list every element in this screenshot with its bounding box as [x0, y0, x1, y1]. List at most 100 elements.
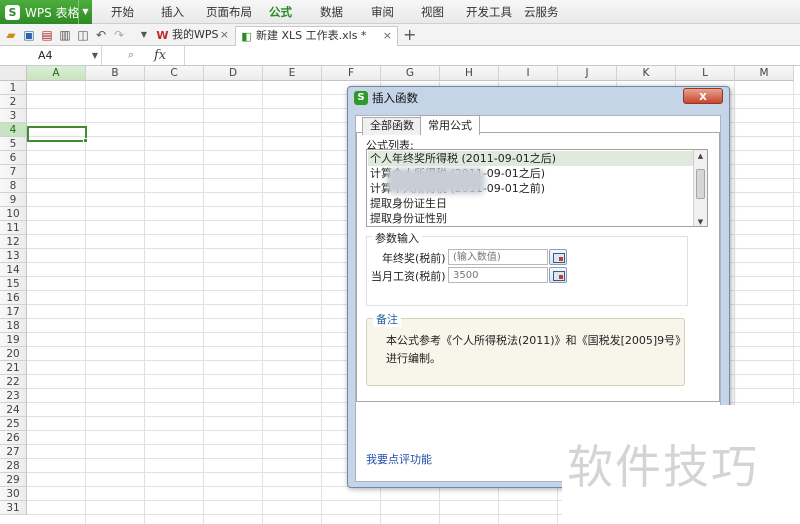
row-header-11[interactable]: 11 — [0, 221, 27, 235]
column-header-d[interactable]: D — [204, 66, 263, 81]
row-header-24[interactable]: 24 — [0, 403, 27, 417]
wps-app-button[interactable]: S WPS 表格 ▼ — [0, 0, 92, 24]
tab-document[interactable]: ◧ 新建 XLS 工作表.xls * × — [235, 26, 398, 46]
row-header-29[interactable]: 29 — [0, 473, 27, 487]
column-header-m[interactable]: M — [735, 66, 794, 81]
row-header-18[interactable]: 18 — [0, 319, 27, 333]
scroll-up-icon[interactable]: ▲ — [694, 150, 707, 162]
row-header-13[interactable]: 13 — [0, 249, 27, 263]
row-header-27[interactable]: 27 — [0, 445, 27, 459]
bonus-input[interactable] — [448, 249, 548, 265]
row-header-8[interactable]: 8 — [0, 179, 27, 193]
row-header-6[interactable]: 6 — [0, 151, 27, 165]
column-header-f[interactable]: F — [322, 66, 381, 81]
row-header-20[interactable]: 20 — [0, 347, 27, 361]
menu-page-layout[interactable]: 页面布局 — [206, 0, 252, 24]
export-pdf-icon[interactable]: ▤ — [40, 28, 54, 42]
column-header-b[interactable]: B — [86, 66, 145, 81]
row-header-9[interactable]: 9 — [0, 193, 27, 207]
menu-insert[interactable]: 插入 — [161, 0, 184, 24]
formula-list[interactable]: 个人年终奖所得税 (2011-09-01之后) 计算个人所得税 (2011-09… — [366, 149, 708, 227]
tab-all-functions[interactable]: 全部函数 — [362, 117, 422, 135]
tab-common-formulas[interactable]: 常用公式 — [420, 115, 480, 135]
note-title: 备注 — [373, 311, 401, 327]
redo-icon[interactable]: ↷ — [112, 28, 126, 42]
print-icon[interactable]: ▥ — [58, 28, 72, 42]
tab-document-label: 新建 XLS 工作表.xls * — [256, 29, 367, 42]
column-header-e[interactable]: E — [263, 66, 322, 81]
scroll-down-icon[interactable]: ▼ — [694, 216, 707, 226]
name-box[interactable]: A4 ▼ — [0, 46, 102, 65]
row-header-21[interactable]: 21 — [0, 361, 27, 375]
row-header-7[interactable]: 7 — [0, 165, 27, 179]
row-header-4[interactable]: 4 — [0, 123, 27, 137]
row-header-2[interactable]: 2 — [0, 95, 27, 109]
insert-function-icon[interactable]: fx — [154, 46, 166, 65]
spreadsheet-file-icon: ◧ — [241, 30, 252, 43]
close-icon[interactable]: × — [383, 27, 392, 45]
formula-bar: A4 ▼ ⌕ fx — [0, 46, 800, 66]
select-all-corner[interactable] — [0, 66, 27, 81]
row-header-14[interactable]: 14 — [0, 263, 27, 277]
zoom-icon[interactable]: ⌕ — [128, 48, 134, 62]
row-header-19[interactable]: 19 — [0, 333, 27, 347]
dialog-close-button[interactable]: x — [683, 88, 723, 104]
menu-review[interactable]: 审阅 — [371, 0, 394, 24]
row-header-1[interactable]: 1 — [0, 81, 27, 95]
scroll-thumb[interactable] — [696, 169, 705, 199]
column-header-i[interactable]: I — [499, 66, 558, 81]
list-item[interactable]: 个人年终奖所得税 (2011-09-01之后) — [368, 151, 693, 166]
row-header-12[interactable]: 12 — [0, 235, 27, 249]
column-header-g[interactable]: G — [381, 66, 440, 81]
column-header-k[interactable]: K — [617, 66, 676, 81]
tab-my-wps[interactable]: W 我的WPS × — [152, 26, 234, 46]
wps-logo-icon: S — [5, 4, 20, 20]
row-header-10[interactable]: 10 — [0, 207, 27, 221]
row-header-22[interactable]: 22 — [0, 375, 27, 389]
row-header-30[interactable]: 30 — [0, 487, 27, 501]
range-picker-button[interactable] — [549, 249, 567, 265]
row-header-15[interactable]: 15 — [0, 277, 27, 291]
menu-data[interactable]: 数据 — [320, 0, 343, 24]
list-scrollbar[interactable]: ▲ ▼ — [693, 150, 707, 226]
row-header-31[interactable]: 31 — [0, 501, 27, 515]
row-header-16[interactable]: 16 — [0, 291, 27, 305]
range-picker-button[interactable] — [549, 267, 567, 283]
new-tab-plus-icon[interactable]: + — [403, 25, 416, 44]
row-header-25[interactable]: 25 — [0, 417, 27, 431]
row-header-28[interactable]: 28 — [0, 459, 27, 473]
salary-input[interactable] — [448, 267, 548, 283]
menu-view[interactable]: 视图 — [421, 0, 444, 24]
row-header-5[interactable]: 5 — [0, 137, 27, 151]
menu-home[interactable]: 开始 — [111, 0, 134, 24]
menu-cloud-service[interactable]: 云服务 — [524, 0, 559, 24]
row-header-17[interactable]: 17 — [0, 305, 27, 319]
column-header-h[interactable]: H — [440, 66, 499, 81]
print-preview-icon[interactable]: ◫ — [76, 28, 90, 42]
list-item[interactable]: 提取身份证生日 — [368, 196, 693, 211]
column-header-j[interactable]: J — [558, 66, 617, 81]
column-header-a[interactable]: A — [27, 66, 86, 81]
undo-icon[interactable]: ↶ — [94, 28, 108, 42]
active-cell-a4[interactable] — [27, 126, 88, 143]
param-label-salary: 当月工资(税前) — [371, 270, 446, 283]
list-item[interactable]: 提取身份证性别 — [368, 211, 693, 226]
save-icon[interactable]: ▣ — [22, 28, 36, 42]
menu-developer[interactable]: 开发工具 — [466, 0, 512, 24]
chevron-down-icon[interactable]: ▼ — [78, 0, 92, 24]
row-header-23[interactable]: 23 — [0, 389, 27, 403]
row-header-3[interactable]: 3 — [0, 109, 27, 123]
row-header-26[interactable]: 26 — [0, 431, 27, 445]
fill-handle[interactable] — [83, 138, 88, 143]
formula-input[interactable] — [184, 46, 800, 65]
chevron-down-icon[interactable]: ▼ — [92, 46, 98, 65]
menu-formulas[interactable]: 公式 — [269, 0, 292, 24]
open-folder-icon[interactable]: ▰ — [4, 28, 18, 42]
tab-bar: ▰ ▣ ▤ ▥ ◫ ↶ ↷ ▼ W 我的WPS × ◧ 新建 XLS 工作表.x… — [0, 24, 800, 46]
close-icon[interactable]: × — [220, 26, 229, 44]
customize-chevron-icon[interactable]: ▼ — [137, 28, 151, 42]
dialog-titlebar[interactable]: S 插入函数 x — [348, 87, 729, 109]
feedback-link[interactable]: 我要点评功能 — [366, 451, 432, 467]
column-header-l[interactable]: L — [676, 66, 735, 81]
column-header-c[interactable]: C — [145, 66, 204, 81]
